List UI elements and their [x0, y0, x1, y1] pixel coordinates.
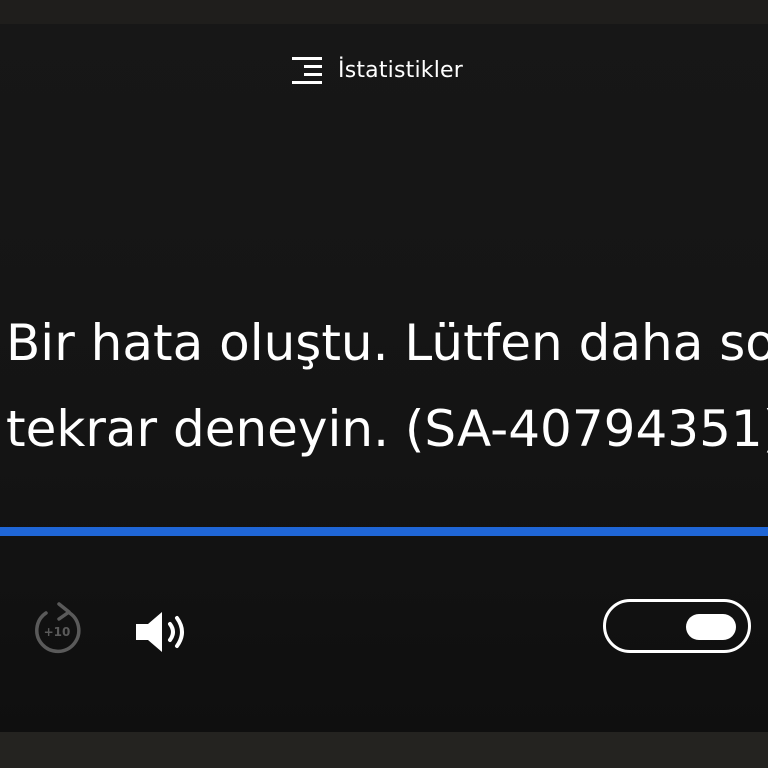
control-bar: +10: [0, 584, 768, 684]
error-message: Bir hata oluştu. Lütfen daha sonra tekra…: [0, 300, 768, 472]
video-player[interactable]: İstatistikler Bir hata oluştu. Lütfen da…: [0, 24, 768, 732]
player-frame: İstatistikler Bir hata oluştu. Lütfen da…: [0, 0, 768, 768]
progress-bar[interactable]: [0, 527, 768, 536]
toggle-switch[interactable]: [603, 599, 751, 653]
statistics-button[interactable]: İstatistikler: [290, 52, 463, 88]
statistics-label: İstatistikler: [338, 57, 464, 83]
error-line-1: Bir hata oluştu. Lütfen daha sonra: [6, 314, 768, 372]
volume-icon[interactable]: [130, 608, 194, 656]
forward-10-icon[interactable]: +10: [28, 600, 86, 658]
bottom-bar: [0, 732, 768, 768]
error-line-2: tekrar deneyin. (SA-40794351): [6, 400, 768, 458]
forward-10-label: +10: [44, 625, 71, 639]
statistics-list-icon: [292, 57, 322, 84]
toggle-knob: [686, 614, 736, 640]
top-bar: İstatistikler: [0, 24, 768, 120]
